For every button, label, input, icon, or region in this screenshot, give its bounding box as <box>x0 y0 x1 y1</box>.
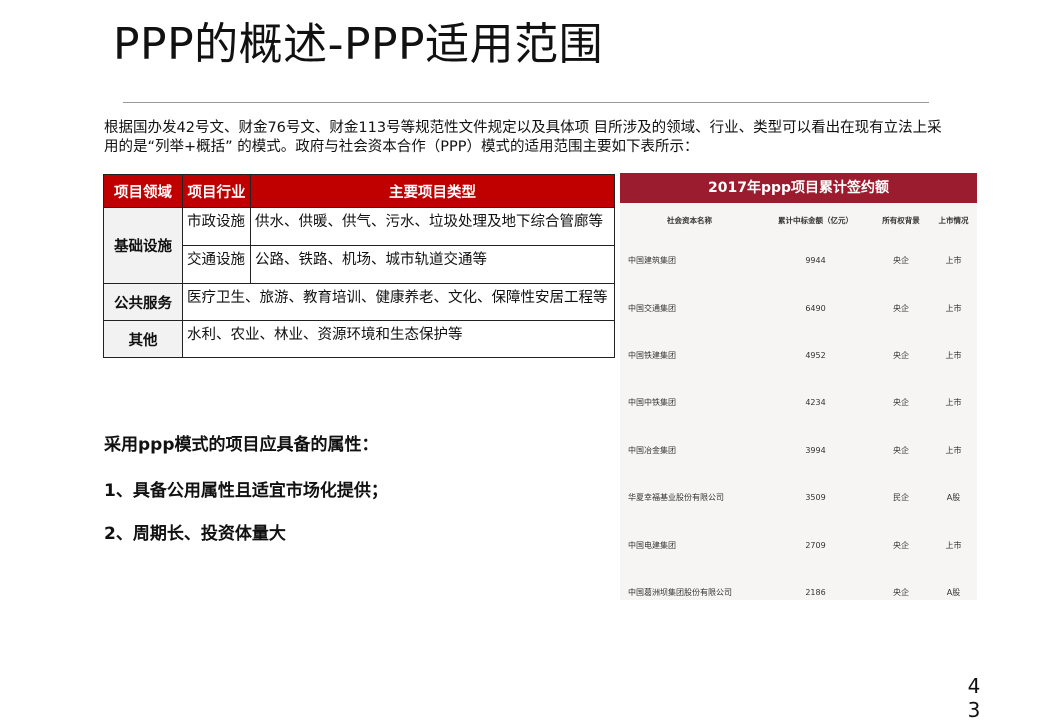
ownership-cell: 央企 <box>893 398 910 408</box>
table-row: 中国电建集团 2709 央企 上市 <box>620 521 977 568</box>
ownership-cell: 央企 <box>893 303 910 313</box>
header-company: 社会资本名称 <box>667 215 712 225</box>
ownership-cell: 民企 <box>893 493 910 503</box>
header-listing: 上市情况 <box>938 215 969 225</box>
ownership-cell: 央企 <box>893 256 910 266</box>
table-row: 基础设施 市政设施 供水、供暖、供气、污水、垃圾处理及地下综合管廊等 <box>103 207 615 284</box>
attribute-item: 2、周期长、投资体量大 <box>104 524 286 544</box>
header-industry: 项目行业 <box>182 174 251 208</box>
company-cell: 中国电建集团 <box>628 540 676 550</box>
domain-cell: 其他 <box>103 320 183 358</box>
table-row: 中国葛洲坝集团股份有限公司 2186 央企 A股 <box>620 569 977 616</box>
types-cell: 公路、铁路、机场、城市轨道交通等 <box>250 245 615 284</box>
listing-cell: 上市 <box>945 398 962 408</box>
table-row: 公共服务 医疗卫生、旅游、教育培训、健康养老、文化、保障性安居工程等 <box>103 283 615 321</box>
title-divider <box>123 102 929 103</box>
panel-title: 2017年ppp项目累计签约额 <box>620 173 977 203</box>
table-row: 其他 水利、农业、林业、资源环境和生态保护等 <box>103 320 615 358</box>
table-row: 中国中铁集团 4234 央企 上市 <box>620 379 977 426</box>
listing-cell: 上市 <box>945 303 962 313</box>
slide-title: PPP的概述-PPP适用范围 <box>113 19 604 70</box>
listing-cell: 上市 <box>945 256 962 266</box>
contract-table-header-row: 社会资本名称 累计中标金额（亿元） 所有权背景 上市情况 <box>620 203 977 237</box>
page-number-digit: 4 <box>967 674 981 698</box>
header-types: 主要项目类型 <box>250 174 615 208</box>
listing-cell: 上市 <box>945 540 962 550</box>
ownership-cell: 央企 <box>893 540 910 550</box>
ownership-cell: 央企 <box>893 587 910 597</box>
amount-cell: 6490 <box>805 303 826 313</box>
table-row: 中国冶金集团 3994 央企 上市 <box>620 427 977 474</box>
listing-cell: A股 <box>946 493 961 503</box>
company-cell: 中国铁建集团 <box>628 350 676 360</box>
listing-cell: A股 <box>946 587 961 597</box>
types-cell: 供水、供暖、供气、污水、垃圾处理及地下综合管廊等 <box>250 207 615 246</box>
company-cell: 中国葛洲坝集团股份有限公司 <box>628 587 732 597</box>
amount-cell: 2186 <box>805 587 826 597</box>
attribute-item: 1、具备公用属性且适宜市场化提供； <box>104 481 388 501</box>
page-number-digit: 3 <box>967 698 981 722</box>
domain-cell: 基础设施 <box>103 207 183 284</box>
amount-cell: 2709 <box>805 540 826 550</box>
company-cell: 中国冶金集团 <box>628 445 676 455</box>
contract-amount-panel: 2017年ppp项目累计签约额 社会资本名称 累计中标金额（亿元） 所有权背景 … <box>620 173 977 600</box>
amount-cell: 4234 <box>805 398 826 408</box>
types-cell: 水利、农业、林业、资源环境和生态保护等 <box>182 320 615 358</box>
company-cell: 华夏幸福基业股份有限公司 <box>628 493 724 503</box>
company-cell: 中国交通集团 <box>628 303 676 313</box>
types-cell: 医疗卫生、旅游、教育培训、健康养老、文化、保障性安居工程等 <box>182 283 615 321</box>
table-row: 中国交通集团 6490 央企 上市 <box>620 284 977 331</box>
page-number: 4 3 <box>964 674 984 722</box>
amount-cell: 3994 <box>805 445 826 455</box>
domain-cell: 公共服务 <box>103 283 183 321</box>
ownership-cell: 央企 <box>893 350 910 360</box>
amount-cell: 9944 <box>805 256 826 266</box>
listing-cell: 上市 <box>945 350 962 360</box>
company-cell: 中国中铁集团 <box>628 398 676 408</box>
header-ownership: 所有权背景 <box>882 215 920 225</box>
listing-cell: 上市 <box>945 445 962 455</box>
ownership-cell: 央企 <box>893 445 910 455</box>
ppp-scope-table: 项目领域 项目行业 主要项目类型 基础设施 市政设施 供水、供暖、供气、污水、垃… <box>103 174 615 358</box>
industry-cell: 市政设施 <box>182 207 251 246</box>
header-domain: 项目领域 <box>103 174 183 208</box>
company-cell: 中国建筑集团 <box>628 256 676 266</box>
amount-cell: 4952 <box>805 350 826 360</box>
table-row: 华夏幸福基业股份有限公司 3509 民企 A股 <box>620 474 977 521</box>
table-row: 中国铁建集团 4952 央企 上市 <box>620 332 977 379</box>
intro-paragraph: 根据国办发42号文、财金76号文、财金113号等规范性文件规定以及具体项 目所涉… <box>104 120 942 155</box>
amount-cell: 3509 <box>805 493 826 503</box>
header-amount: 累计中标金额（亿元） <box>778 215 854 225</box>
industry-cell: 交通设施 <box>182 245 251 284</box>
attributes-heading: 采用ppp模式的项目应具备的属性： <box>104 435 379 455</box>
contract-table: 社会资本名称 累计中标金额（亿元） 所有权背景 上市情况 中国建筑集团 9944… <box>620 203 977 616</box>
scope-table-header-row: 项目领域 项目行业 主要项目类型 <box>103 174 615 208</box>
table-row: 中国建筑集团 9944 央企 上市 <box>620 237 977 284</box>
